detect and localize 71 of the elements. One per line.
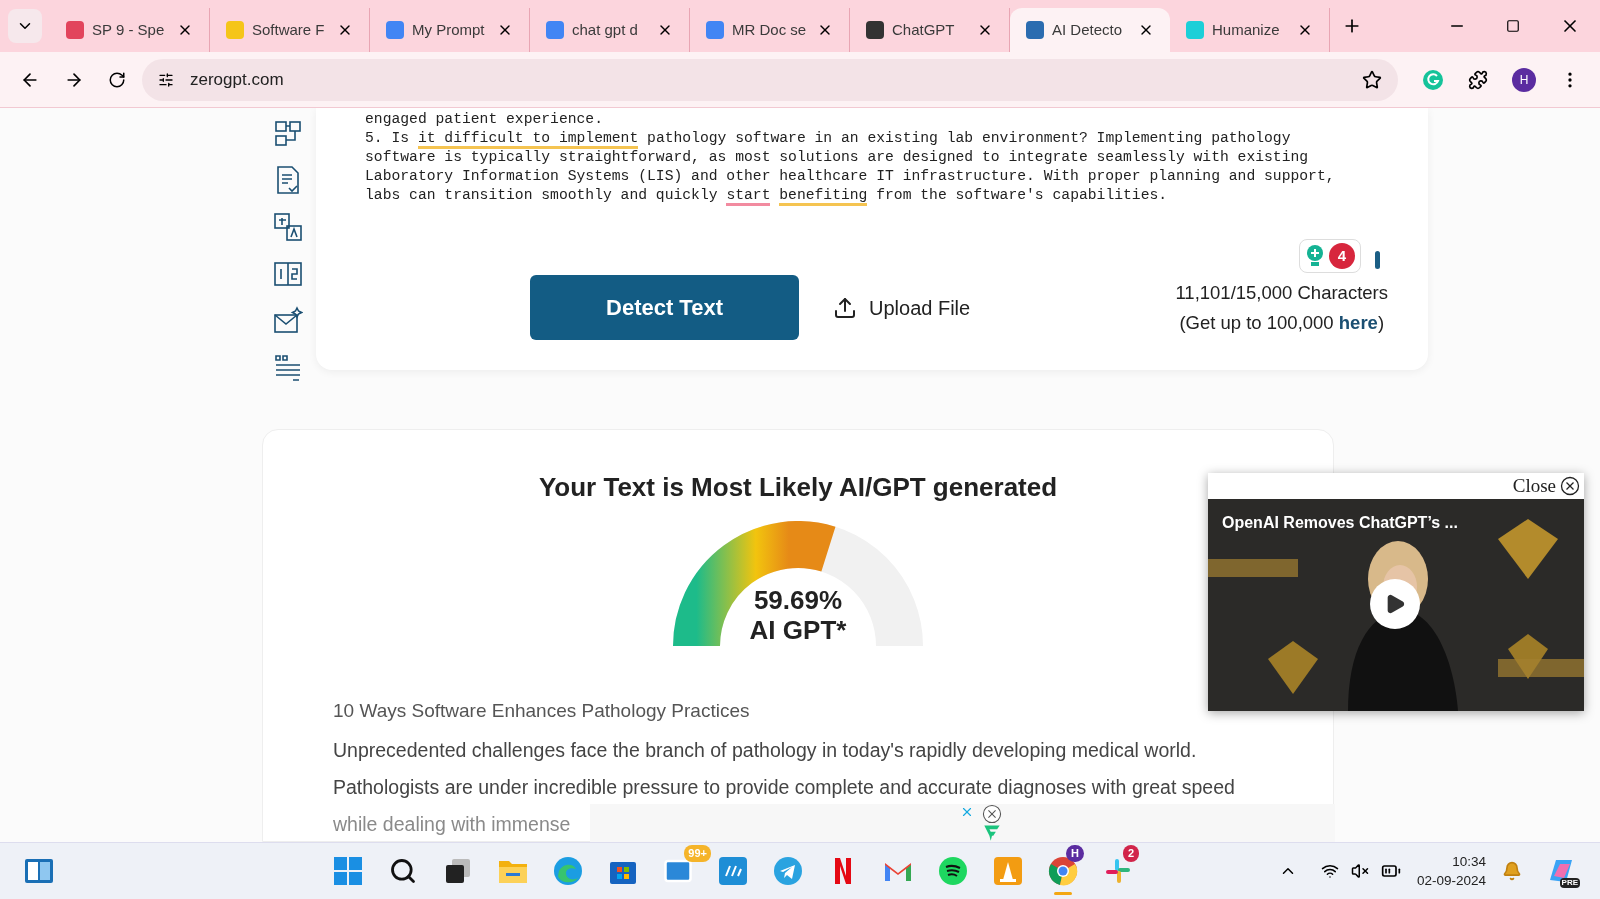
url-text: zerogpt.com [190,68,284,91]
address-field[interactable]: zerogpt.com [142,58,1398,101]
bookmark-icon[interactable] [1362,69,1382,90]
spotify-icon[interactable] [937,856,968,886]
maximize-icon[interactable] [1506,19,1520,33]
close-circle-icon [1560,476,1580,496]
wifi-icon[interactable] [1320,862,1339,880]
tab-title: Software F [252,19,326,40]
resize-handle[interactable] [1375,251,1380,269]
editor-line: software is typically straightforward, as most solutions are designed to integrate seamlessly with existing [365,148,1310,167]
preview-tag: PRE [1559,878,1580,888]
video-player[interactable]: OpenAI Removes ChatGPT’s ... [1208,499,1584,711]
browser-tab[interactable]: AI Detecto [1010,8,1170,52]
grammar-widget[interactable]: 4 [1299,239,1361,273]
close-circle-icon[interactable] [982,804,1002,824]
article-text: Pathologists are under incredible pressure to provide complete and accurate diagnoses with great speed [333,774,1235,800]
editor-line: labs can transition smoothly and quickly start benefiting from the software's capabilities. [365,186,1428,205]
lightbulb-icon [1305,244,1325,268]
slack-icon[interactable] [1103,857,1132,885]
widgets-icon[interactable] [24,858,54,884]
detect-text-button[interactable]: Detect Text [530,275,799,340]
article-text: while dealing with immense [333,811,571,837]
article-heading: 10 Ways Software Enhances Pathology Practices [333,699,750,723]
ai-percentage: 59.69% [753,585,843,615]
search-icon[interactable] [388,857,417,885]
quote-lines-icon[interactable] [273,353,303,383]
muted-speaker-icon[interactable] [1350,862,1369,880]
edge-icon[interactable] [552,856,583,886]
issue-count-badge: 4 [1329,243,1355,269]
editor-line: 5. Is it difficult to implement pathology software in an existing lab environment? Implementing pathology [365,129,1428,148]
ad-logo-icon [983,824,1001,841]
windows-icon[interactable] [332,856,363,886]
close-button[interactable]: Close [1512,471,1580,501]
notification-badge: 99+ [684,845,711,862]
tab-title: MR Doc se [732,19,808,40]
notification-badge: H [1066,845,1084,862]
here-link[interactable]: here [1338,311,1378,333]
telegram-icon[interactable] [772,856,803,886]
task-view-icon[interactable] [443,857,472,885]
notification-badge: 2 [1122,845,1139,862]
numbers-icon[interactable] [273,259,303,289]
clock-date[interactable]: 02-09-2024 [1416,871,1486,890]
upload-icon [833,295,857,320]
clock-time[interactable]: 10:34 [1452,852,1486,871]
hp-app-icon[interactable] [717,856,748,886]
tab-title: My Prompt [412,19,486,40]
result-title: Your Text is Most Likely AI/GPT generated [538,471,1058,504]
flowchart-icon[interactable] [273,118,303,148]
extensions-icon[interactable] [1468,69,1488,90]
mail-sparkle-icon[interactable] [273,306,303,336]
reload-icon[interactable] [108,70,126,89]
active-indicator [1053,892,1072,895]
editor-line: Laboratory Information Systems (LIS) and other healthcare IT infrastructure. With proper planning and support, [365,167,1336,186]
upload-file-button[interactable]: Upload File [833,292,971,323]
upgrade-note: (Get up to 100,000 here) [1179,310,1385,335]
profile-avatar[interactable]: H [1512,67,1536,92]
site-settings-icon[interactable] [158,71,174,88]
netflix-icon[interactable] [832,857,853,885]
video-title: OpenAI Removes ChatGPT’s ... [1222,513,1458,533]
editor-line: engaged patient experience. [365,110,604,129]
bell-icon[interactable] [1502,861,1522,881]
tab-title: AI Detecto [1052,19,1124,40]
tab-title: SP 9 - Spe [92,19,166,40]
article-text: Unprecedented challenges face the branch of pathology in today's rapidly developing medical world. [333,737,1197,763]
ai-label: AI GPT* [749,615,847,645]
translate-icon[interactable] [273,212,303,242]
chrome-icon[interactable] [1047,856,1078,886]
tab-title: chat gpt d [572,19,639,40]
tab-title: Humanize [1212,19,1281,40]
character-count: 11,101/15,000 Characters [1175,280,1388,305]
tab-title: ChatGPT [892,19,956,40]
